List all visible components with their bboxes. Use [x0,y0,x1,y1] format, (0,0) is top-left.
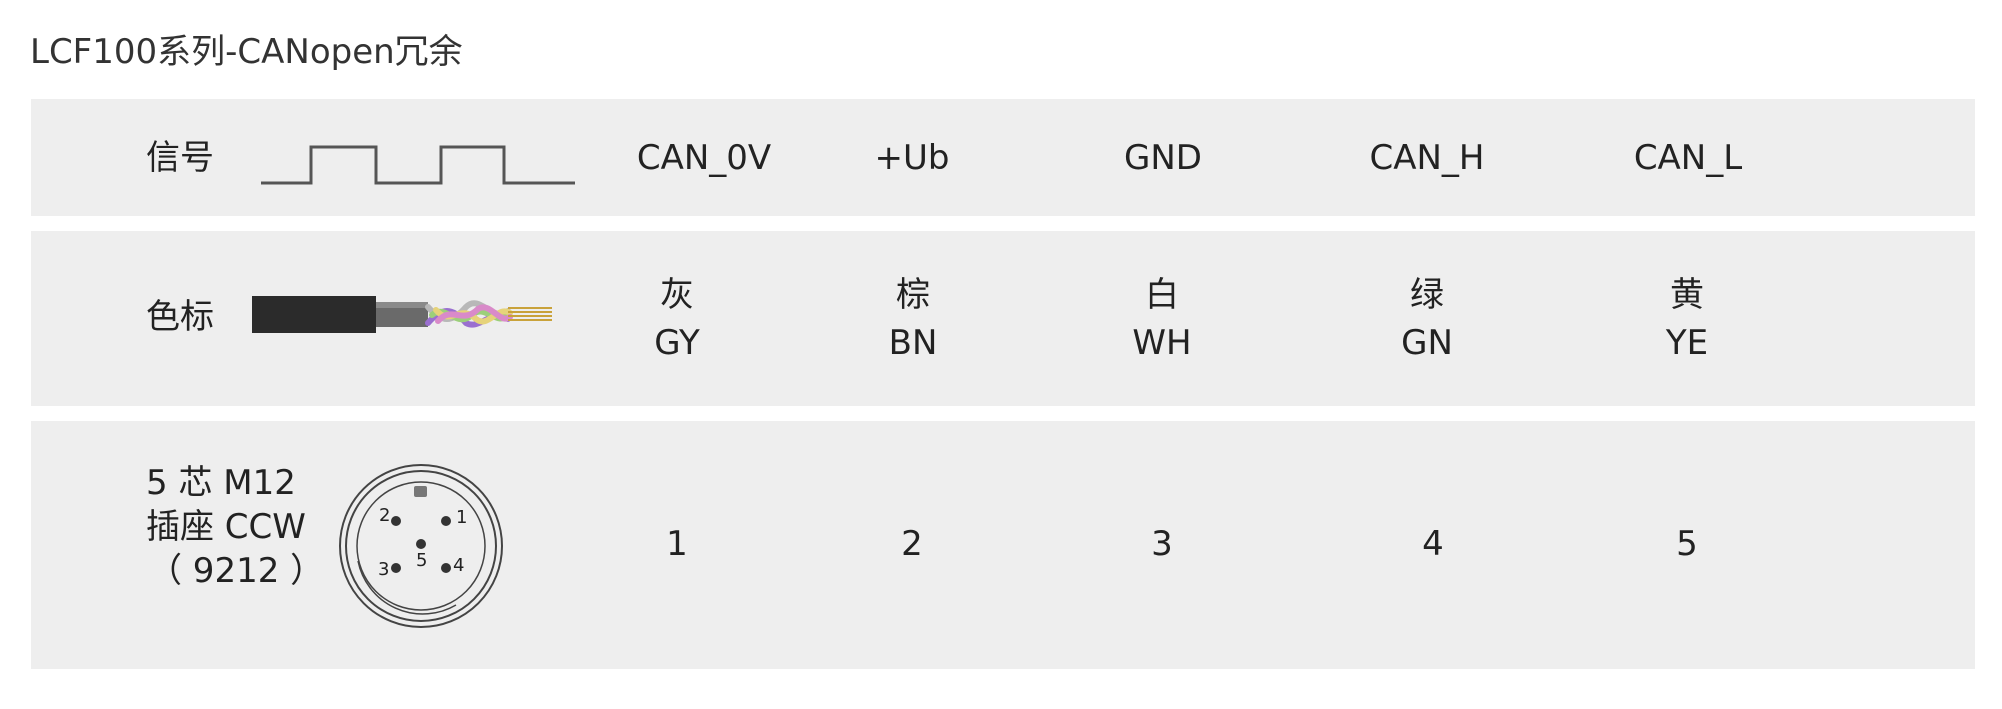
connector-pin-2: 2 [379,505,390,526]
signal-ub: +Ub [874,138,950,178]
color-cell-gy: 灰 GY [654,271,699,367]
pin-5: 5 [1676,524,1698,564]
connector-pin-5: 5 [416,550,427,571]
square-wave-icon [261,145,575,185]
pin-row: 5 芯 M12 插座 CCW （ 9212 ） 2 1 3 4 5 1 2 3 … [31,421,1975,669]
signal-gnd: GND [1124,138,1202,178]
connector-pin-1: 1 [456,507,467,528]
pin-4: 4 [1422,524,1444,564]
color-code: GY [654,323,700,363]
connector-pin-3: 3 [378,559,389,580]
color-label: 色标 [146,297,214,337]
color-cell-ye: 黄 YE [1666,271,1708,367]
color-cn: 绿 [1410,275,1444,315]
pin-3: 3 [1151,524,1173,564]
multicore-cable-icon [252,296,552,333]
color-code: BN [888,323,938,363]
pin-label-line: 5 芯 M12 [146,463,296,503]
color-row: 色标 灰 GY 棕 BN 白 WH 绿 GN 黄 YE [31,231,1975,406]
color-cell-wh: 白 WH [1132,271,1191,367]
m12-connector-icon: 2 1 3 4 5 [339,464,503,628]
signal-can-0v: CAN_0V [636,138,772,178]
color-cn: 黄 [1669,275,1704,315]
color-code: WH [1132,323,1192,363]
color-cell-bn: 棕 BN [889,271,938,367]
color-cn: 白 [1145,275,1179,315]
color-code: GN [1401,323,1453,363]
color-cell-gn: 绿 GN [1401,271,1453,367]
signal-row: 信号 CAN_0V +Ub GND CAN_H CAN_L [31,99,1975,216]
color-cn: 灰 [659,275,694,315]
color-cn: 棕 [895,275,930,315]
pin-label-line: 插座 CCW [146,507,306,547]
signal-label: 信号 [146,138,214,178]
signal-can-l: CAN_L [1633,138,1743,178]
pin-label-line: （ 9212 ） [148,551,325,591]
pin-2: 2 [901,524,923,564]
pin-1: 1 [666,524,688,564]
color-code: YE [1665,323,1709,363]
page-title: LCF100系列-CANopen冗余 [30,32,463,72]
connector-pin-4: 4 [453,555,464,576]
pin-label: 5 芯 M12 插座 CCW （ 9212 ） [146,461,324,593]
signal-can-h: CAN_H [1369,138,1485,178]
